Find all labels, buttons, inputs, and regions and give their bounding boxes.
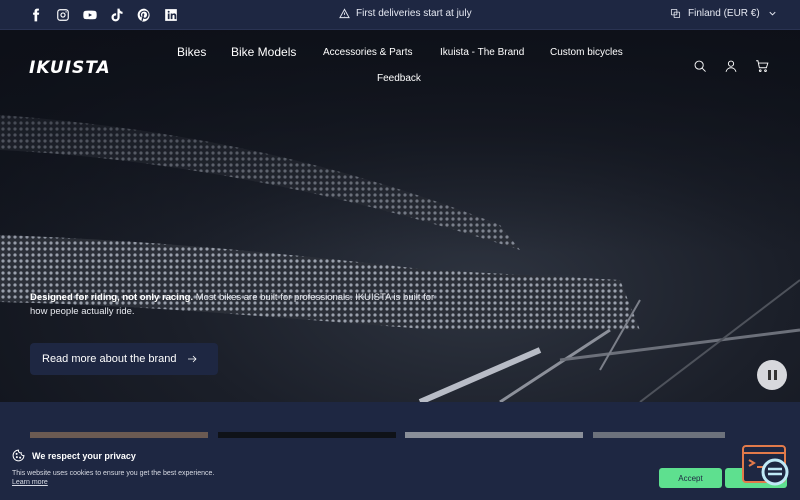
chat-widget-icon[interactable] — [742, 445, 790, 489]
facebook-icon[interactable] — [29, 8, 43, 22]
pause-button[interactable] — [757, 360, 787, 390]
nav-item-accessories[interactable]: Accessories & Parts — [323, 47, 412, 58]
main-nav: Bikes Bike Models Accessories & Parts Ik… — [160, 44, 640, 94]
youtube-icon[interactable] — [83, 8, 97, 22]
cookie-title-text: We respect your privacy — [32, 450, 136, 461]
nav-item-custom-bicycles[interactable]: Custom bicycles — [550, 47, 623, 58]
instagram-icon[interactable] — [56, 8, 70, 22]
pinterest-icon[interactable] — [137, 8, 151, 22]
chevron-down-icon — [769, 11, 776, 16]
announcement: First deliveries start at july — [339, 8, 472, 19]
nav-item-feedback[interactable]: Feedback — [377, 73, 421, 84]
currency-icon — [670, 8, 681, 19]
tiktok-icon[interactable] — [110, 8, 124, 22]
cart-icon[interactable] — [755, 59, 769, 73]
hero-text-bold: Designed for riding, not only racing. — [30, 292, 194, 303]
locale-selector[interactable]: Finland (EUR €) — [670, 8, 778, 19]
cookie-title: We respect your privacy — [12, 449, 136, 462]
locale-label: Finland (EUR €) — [688, 8, 760, 19]
cookie-text: This website uses cookies to ensure you … — [12, 470, 215, 477]
brand-logo[interactable]: IKUISTA — [29, 58, 111, 78]
read-more-label: Read more about the brand — [42, 353, 177, 365]
pause-icon-bar — [767, 370, 771, 380]
accept-button[interactable]: Accept — [659, 468, 722, 488]
account-icon[interactable] — [724, 59, 738, 73]
nav-item-brand[interactable]: Ikuista - The Brand — [440, 47, 524, 58]
announcement-bar: First deliveries start at july Finland (… — [0, 0, 800, 30]
warning-icon — [339, 8, 350, 19]
linkedin-icon[interactable] — [164, 8, 178, 22]
nav-item-bike-models[interactable]: Bike Models — [231, 45, 296, 59]
hero-description: Designed for riding, not only racing. Mo… — [30, 291, 440, 319]
learn-more-link[interactable]: Learn more — [12, 479, 48, 486]
nav-item-bikes[interactable]: Bikes — [177, 45, 206, 59]
arrow-right-icon — [187, 355, 197, 363]
social-links — [29, 8, 178, 22]
search-icon[interactable] — [693, 59, 707, 73]
announcement-text: First deliveries start at july — [356, 8, 472, 19]
header-icons — [693, 59, 769, 73]
pause-icon-bar — [773, 370, 777, 380]
read-more-button[interactable]: Read more about the brand — [30, 343, 218, 375]
cookie-icon — [12, 449, 25, 462]
